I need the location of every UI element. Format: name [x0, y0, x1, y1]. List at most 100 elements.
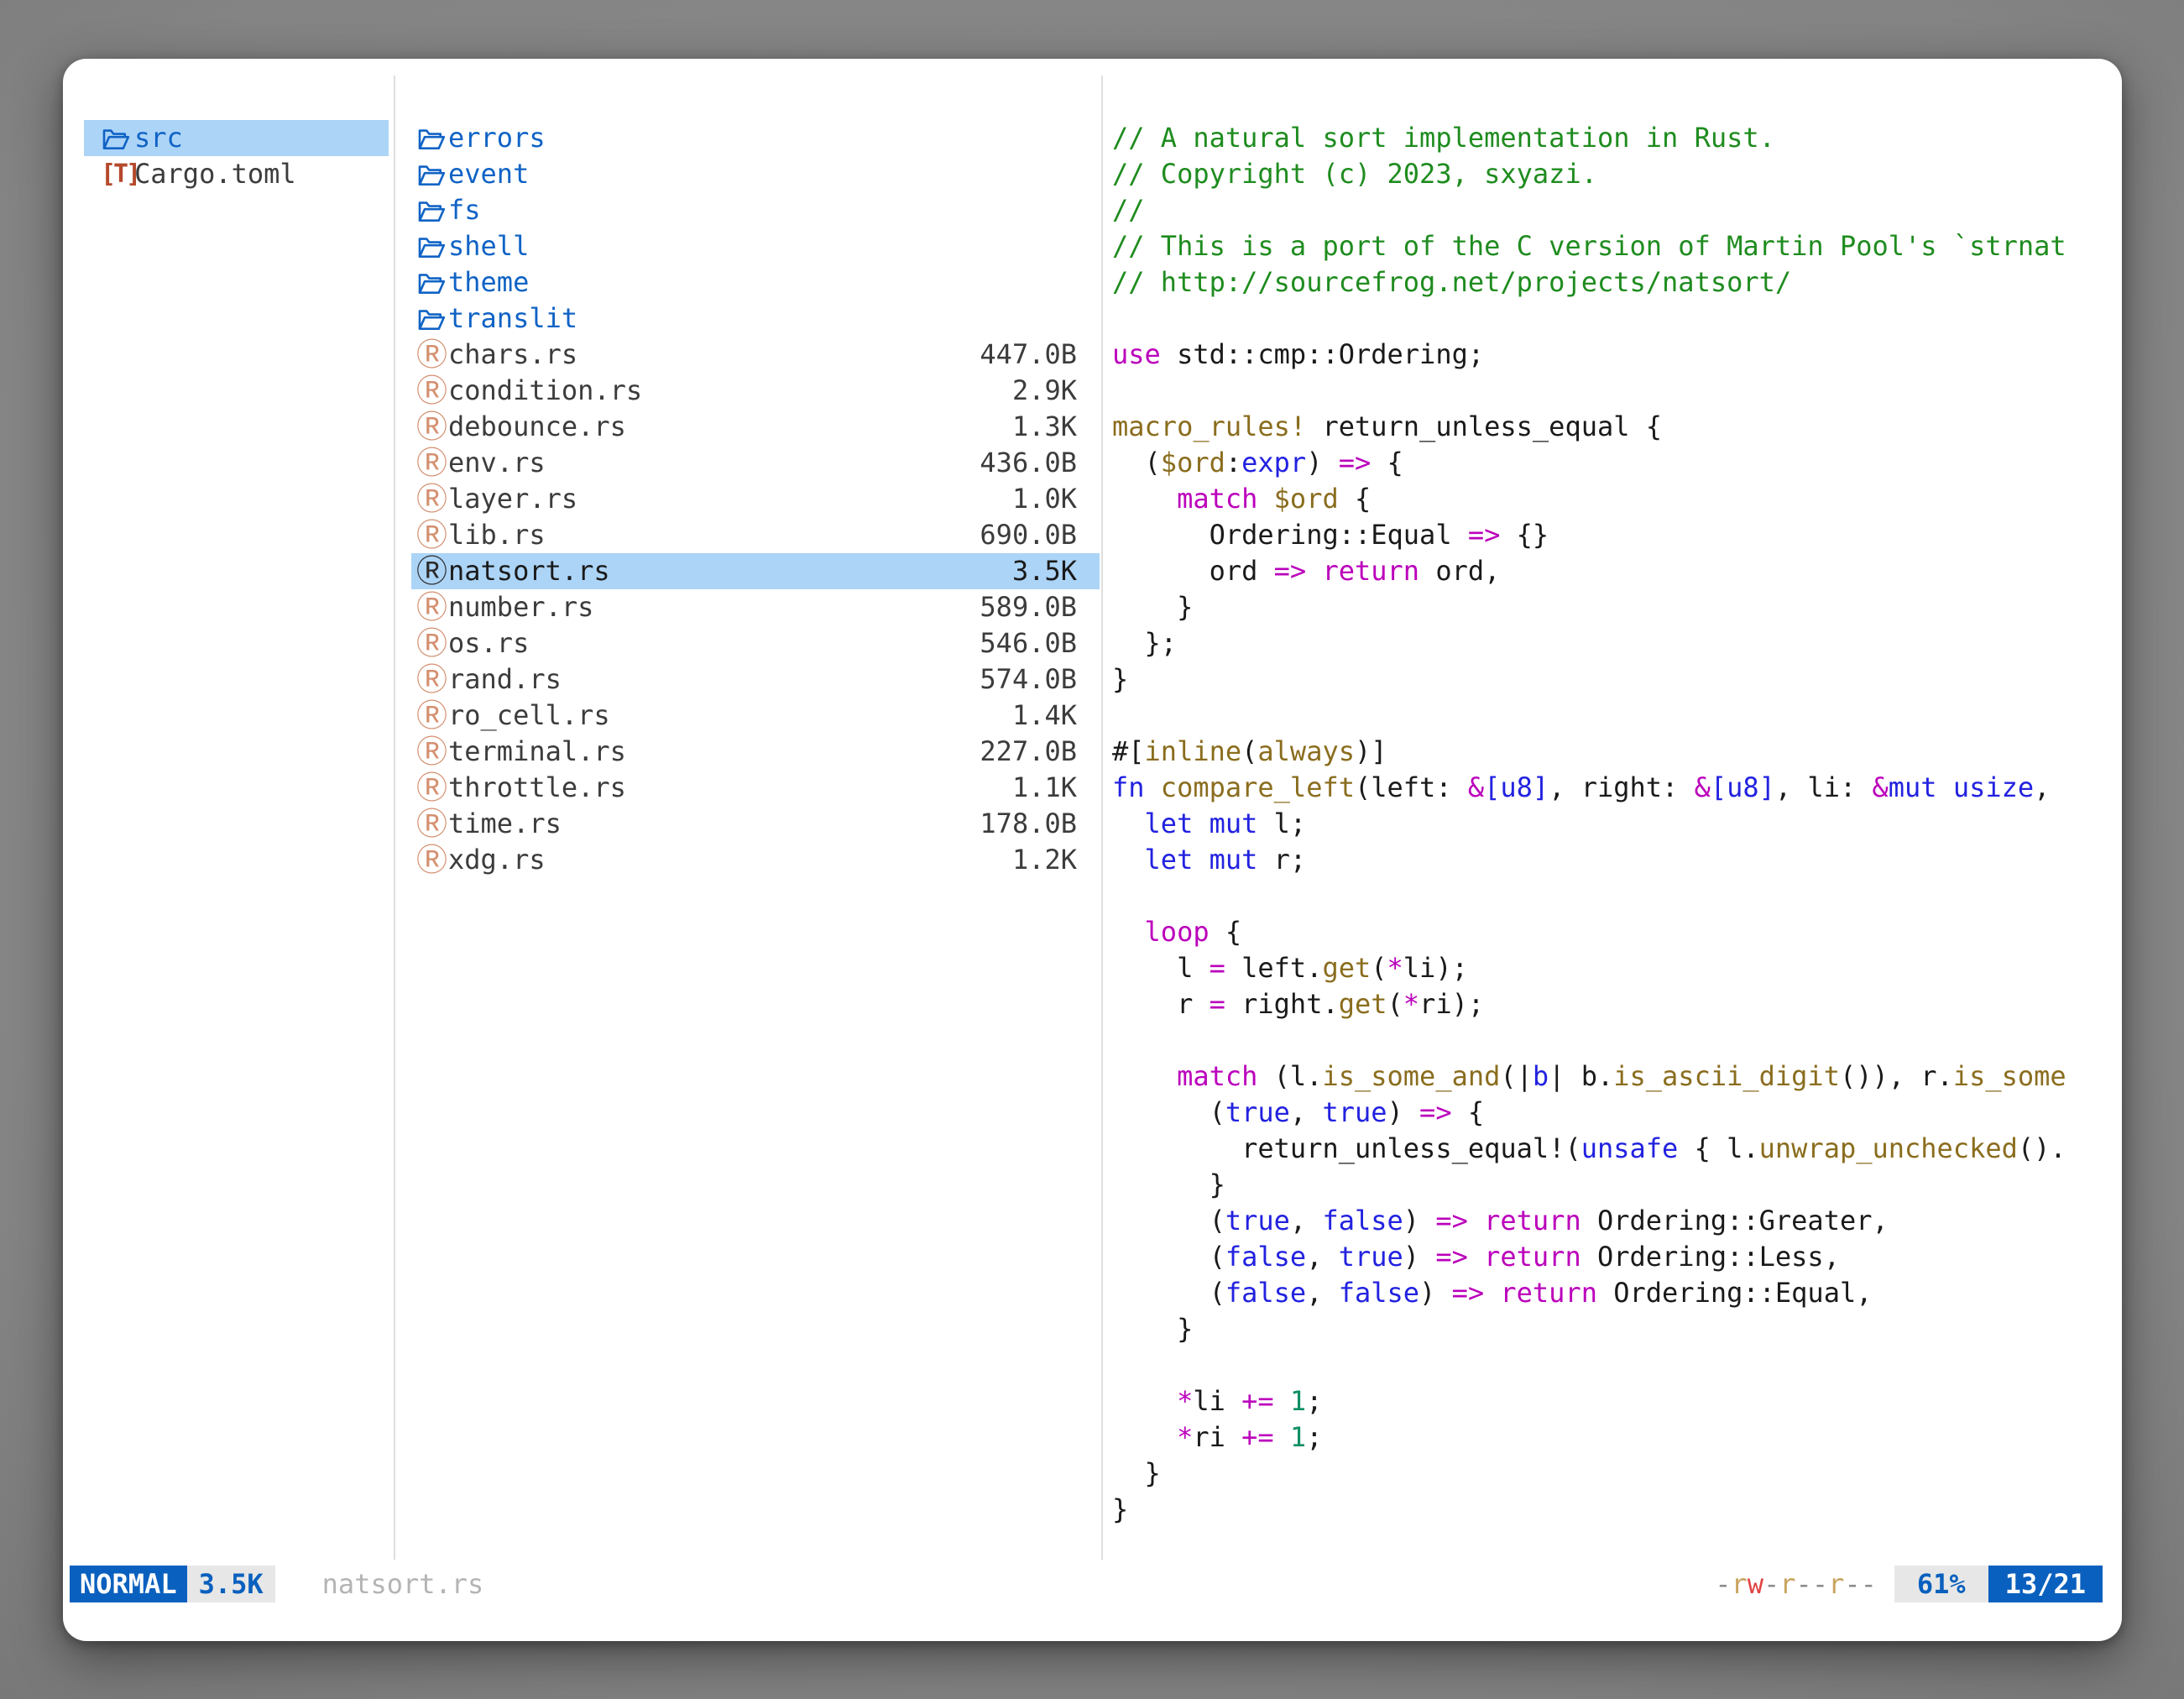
- code-token: (: [1112, 1096, 1225, 1128]
- file-icon-slot: [411, 305, 448, 333]
- file-size: 1.2K: [1012, 842, 1100, 878]
- file-name: terminal.rs: [448, 734, 626, 770]
- file-row[interactable]: src: [84, 120, 389, 156]
- code-token: return_unless_equal {: [1306, 410, 1662, 442]
- code-line: let mut r;: [1112, 842, 2107, 878]
- file-row[interactable]: Ⓡtime.rs178.0B: [411, 806, 1100, 842]
- file-row[interactable]: Ⓡrand.rs 574.0B: [411, 661, 1100, 698]
- file-row[interactable]: event: [411, 156, 1100, 192]
- code-line: [1112, 1347, 2107, 1383]
- file-name: ro_cell.rs: [448, 698, 610, 734]
- file-icon-slot: Ⓡ: [411, 664, 448, 695]
- folder-open-icon: [416, 305, 447, 333]
- rust-file-icon: Ⓡ: [416, 808, 447, 839]
- code-token: ;: [1306, 1421, 1322, 1453]
- file-row[interactable]: translit: [411, 301, 1100, 337]
- file-size: 3.5K: [1012, 553, 1100, 589]
- code-token: ,: [1306, 1277, 1339, 1309]
- rust-file-icon: Ⓡ: [416, 339, 447, 370]
- code-token: *: [1177, 1421, 1193, 1453]
- rust-file-icon: Ⓡ: [416, 772, 447, 803]
- code-token: =>: [1452, 1277, 1485, 1309]
- code-line: [1112, 878, 2107, 914]
- file-row[interactable]: Ⓡnumber.rs589.0B: [411, 589, 1100, 625]
- file-row[interactable]: Ⓡnatsort.rs3.5K: [411, 553, 1100, 589]
- code-token: [1468, 1205, 1484, 1236]
- file-icon-slot: [411, 124, 448, 153]
- file-name: rand.rs: [448, 661, 562, 698]
- current-pane: errorseventfsshellthemetranslitⓇchars.rs…: [411, 120, 1100, 878]
- code-token: b: [1533, 1060, 1549, 1092]
- file-row[interactable]: Ⓡchars.rs447.0B: [411, 337, 1100, 373]
- code-token: =>: [1468, 519, 1501, 551]
- rust-file-icon: Ⓡ: [416, 628, 447, 659]
- file-row[interactable]: Ⓡxdg.rs1.2K: [411, 842, 1100, 878]
- file-size: 589.0B: [980, 589, 1100, 625]
- file-size: 227.0B: [980, 734, 1100, 770]
- code-line: }: [1112, 1492, 2107, 1528]
- code-line: //: [1112, 192, 2107, 228]
- file-row[interactable]: errors: [411, 120, 1100, 156]
- code-line: // Copyright (c) 2023, sxyazi.: [1112, 156, 2107, 192]
- code-token: ,: [2034, 771, 2050, 803]
- code-token: right.: [1225, 988, 1339, 1020]
- file-row[interactable]: fs: [411, 192, 1100, 228]
- code-token: ): [1403, 1205, 1436, 1236]
- file-row[interactable]: Ⓡro_cell.rs1.4K: [411, 698, 1100, 734]
- permission-char: --: [1796, 1568, 1829, 1600]
- code-token: [1274, 1421, 1290, 1453]
- file-row[interactable]: Ⓡlib.rs690.0B: [411, 517, 1100, 553]
- file-row[interactable]: [T]Cargo.toml: [84, 156, 389, 192]
- code-token: get: [1322, 952, 1371, 984]
- code-token: }: [1112, 663, 1128, 695]
- file-size: 546.0B: [980, 625, 1100, 661]
- code-token: l;: [1257, 808, 1306, 839]
- file-row[interactable]: Ⓡlayer.rs1.0K: [411, 481, 1100, 517]
- code-token: )]: [1355, 735, 1387, 767]
- code-token: is_some: [1953, 1060, 2066, 1092]
- file-row[interactable]: theme: [411, 264, 1100, 301]
- file-row[interactable]: shell: [411, 228, 1100, 264]
- code-line: Ordering::Equal => {}: [1112, 517, 2107, 553]
- code-line: ord => return ord,: [1112, 553, 2107, 589]
- file-name: time.rs: [448, 806, 562, 842]
- file-size: 436.0B: [980, 445, 1100, 481]
- code-token: }: [1112, 1168, 1225, 1200]
- code-token: ().: [2018, 1132, 2066, 1164]
- code-line: [1112, 1022, 2107, 1059]
- file-row[interactable]: Ⓡenv.rs436.0B: [411, 445, 1100, 481]
- file-row[interactable]: Ⓡos.rs546.0B: [411, 625, 1100, 661]
- code-token: }: [1112, 1493, 1128, 1525]
- mode-badge: NORMAL: [70, 1566, 187, 1602]
- code-token: return: [1484, 1241, 1581, 1273]
- code-token: &: [1468, 771, 1484, 803]
- code-token: Ordering::Equal,: [1597, 1277, 1873, 1309]
- code-token: ()), r.: [1840, 1060, 1953, 1092]
- rust-file-icon: Ⓡ: [416, 844, 447, 876]
- file-row[interactable]: Ⓡcondition.rs2.9K: [411, 373, 1100, 409]
- code-line: match $ord {: [1112, 481, 2107, 517]
- file-icon-slot: [411, 160, 448, 189]
- file-row[interactable]: Ⓡdebounce.rs1.3K: [411, 409, 1100, 445]
- code-token: compare_left: [1161, 771, 1355, 803]
- code-line: return_unless_equal!(unsafe { l.unwrap_u…: [1112, 1131, 2107, 1167]
- file-name: errors: [448, 120, 546, 156]
- file-row[interactable]: Ⓡterminal.rs227.0B: [411, 734, 1100, 770]
- code-token: inline: [1145, 735, 1242, 767]
- code-token: {: [1339, 483, 1372, 515]
- code-token: is_ascii_digit: [1613, 1060, 1840, 1092]
- code-token: [u8]: [1484, 771, 1549, 803]
- file-size: 574.0B: [980, 661, 1100, 698]
- code-line: macro_rules! return_unless_equal {: [1112, 409, 2107, 445]
- file-icon-slot: Ⓡ: [411, 628, 448, 659]
- code-line: }: [1112, 1311, 2107, 1347]
- code-line: fn compare_left(left: &[u8], right: &[u8…: [1112, 770, 2107, 806]
- code-token: Ordering::Greater,: [1581, 1205, 1889, 1236]
- file-row[interactable]: Ⓡthrottle.rs1.1K: [411, 770, 1100, 806]
- status-bar: NORMAL 3.5K natsort.rs -rw-r--r-- 61% 13…: [70, 1566, 2103, 1602]
- code-token: // Copyright (c) 2023, sxyazi.: [1112, 158, 1597, 190]
- cursor-position-badge: 13/21: [1988, 1566, 2103, 1602]
- code-token: &: [1695, 771, 1711, 803]
- code-token: (: [1371, 952, 1387, 984]
- file-name: fs: [448, 192, 481, 228]
